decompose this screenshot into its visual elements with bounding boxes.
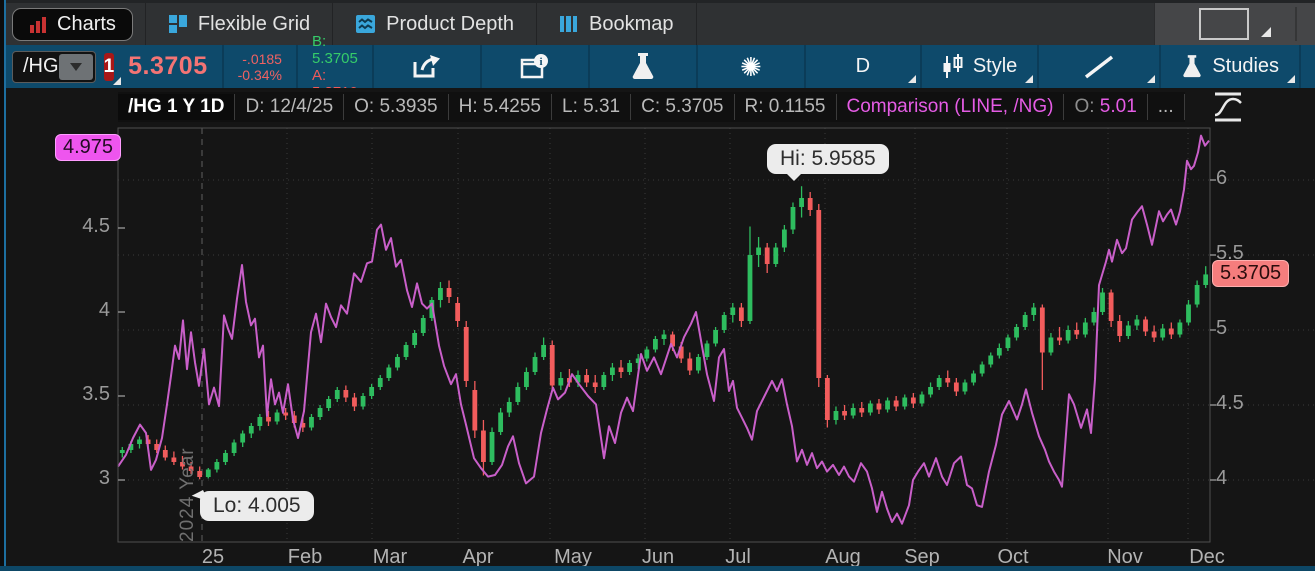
dropdown-corner-icon [907, 75, 916, 83]
tab-bar: Charts Flexible Grid Product Depth Bookm… [0, 0, 1315, 45]
chart-info-bar: /HG 1 Y 1D D: 12/4/25 O: 5.3935 H: 5.425… [118, 92, 1185, 122]
bid-value: B: 5.3705 [311, 32, 358, 67]
patterns-button[interactable] [1301, 45, 1315, 88]
timeframe-button[interactable]: D [806, 45, 920, 88]
tab-product-depth-label: Product Depth [386, 12, 515, 35]
tab-charts-label: Charts [57, 12, 116, 35]
axis-tick-label: 3 [98, 467, 110, 489]
style-label: Style [972, 55, 1018, 77]
tab-bar-divider [1295, 7, 1297, 41]
style-button[interactable]: Style [922, 45, 1037, 88]
chart-high: H: 5.4255 [449, 94, 552, 120]
low-tooltip: Lo: 4.005 [191, 478, 314, 522]
axis-tick-label: 3.5 [82, 383, 110, 405]
axis-tick-label: 4.5 [1216, 392, 1244, 414]
tooltip-pointer [785, 172, 803, 190]
order-count-badge[interactable]: 1 [103, 52, 121, 85]
symbol-dropdown-button[interactable] [58, 53, 93, 80]
chart-title: /HG 1 Y 1D [118, 94, 236, 120]
trading-app-window: Charts Flexible Grid Product Depth Bookm… [0, 0, 1315, 571]
flask-icon [632, 52, 654, 79]
dropdown-corner-icon [1025, 75, 1034, 83]
last-price-badge: 5.3705 [1212, 260, 1290, 288]
comparison-open: O: 5.01 [1064, 94, 1148, 120]
tab-charts[interactable]: Charts [0, 3, 146, 45]
last-price: 5.3705 [128, 52, 208, 80]
bar-chart-icon [30, 17, 46, 33]
studies-button[interactable]: Studies [1161, 45, 1299, 88]
dropdown-corner-icon [1147, 75, 1156, 83]
studies-label: Studies [1212, 55, 1280, 77]
svg-text:i: i [539, 56, 542, 68]
chart-close: C: 5.3705 [631, 94, 735, 120]
chart-date: D: 12/4/25 [235, 94, 345, 120]
tab-bar-right-section [1154, 3, 1315, 45]
share-button[interactable] [374, 45, 480, 88]
tab-flexible-grid-label: Flexible Grid [197, 12, 311, 35]
window-left-edge [0, 0, 6, 571]
window-bottom-edge [0, 566, 1315, 571]
drawing-tools-button[interactable] [1039, 45, 1159, 88]
product-depth-icon [356, 15, 376, 33]
layout-selector-button[interactable] [1199, 8, 1249, 40]
candlestick-style-icon [943, 53, 963, 78]
chart-open: O: 5.3935 [344, 94, 449, 120]
chart-mode-toggle-button[interactable] [1211, 91, 1245, 123]
price-change: -.0185 -0.34% [224, 51, 296, 83]
axis-tick-label: 4 [98, 299, 110, 321]
axis-tick-label: 6 [1216, 167, 1228, 189]
gear-icon: ✺ [739, 51, 762, 82]
comparison-label[interactable]: Comparison (LINE, /NG) [837, 94, 1065, 120]
analyze-button[interactable] [590, 45, 696, 88]
tab-bookmap[interactable]: Bookmap [537, 3, 697, 45]
bookmap-icon [560, 16, 578, 32]
timeframe-label: D [855, 55, 871, 77]
chart-range: R: 0.1155 [735, 94, 837, 120]
studies-flask-icon [1183, 54, 1202, 77]
high-tooltip: Hi: 5.9585 [767, 144, 889, 182]
chart-toolbar: /HG 1 5.3705 -.0185 -0.34% B: 5.3705 A: … [0, 33, 1315, 101]
trendline-icon [1085, 55, 1114, 78]
chart-low: L: 5.31 [552, 94, 632, 120]
symbol-input[interactable]: /HG [12, 50, 96, 83]
axis-tick-label: 4.5 [82, 215, 110, 237]
axis-tick-label: 5 [1216, 317, 1228, 339]
change-percent: -0.34% [237, 66, 282, 83]
chart-panel: /HG 1 Y 1D D: 12/4/25 O: 5.3935 H: 5.425… [0, 88, 1315, 571]
curve-icon [1214, 92, 1242, 122]
flexible-grid-icon [168, 15, 187, 33]
change-value: -.0185 [242, 50, 282, 67]
axis-tick-label: 4 [1216, 467, 1228, 489]
symbol-text: /HG [23, 55, 59, 77]
tab-bookmap-label: Bookmap [589, 12, 674, 35]
comparison-price-badge: 4.975 [55, 134, 122, 162]
layout-selector-dropdown-arrow[interactable] [1261, 27, 1271, 37]
dropdown-corner-icon [1287, 75, 1296, 83]
header-ellipsis[interactable]: ... [1148, 94, 1185, 120]
chart-describe-button[interactable]: i [482, 45, 588, 88]
share-icon [413, 54, 440, 77]
info-document-icon: i [520, 53, 548, 78]
settings-button[interactable]: ✺ [698, 45, 804, 88]
